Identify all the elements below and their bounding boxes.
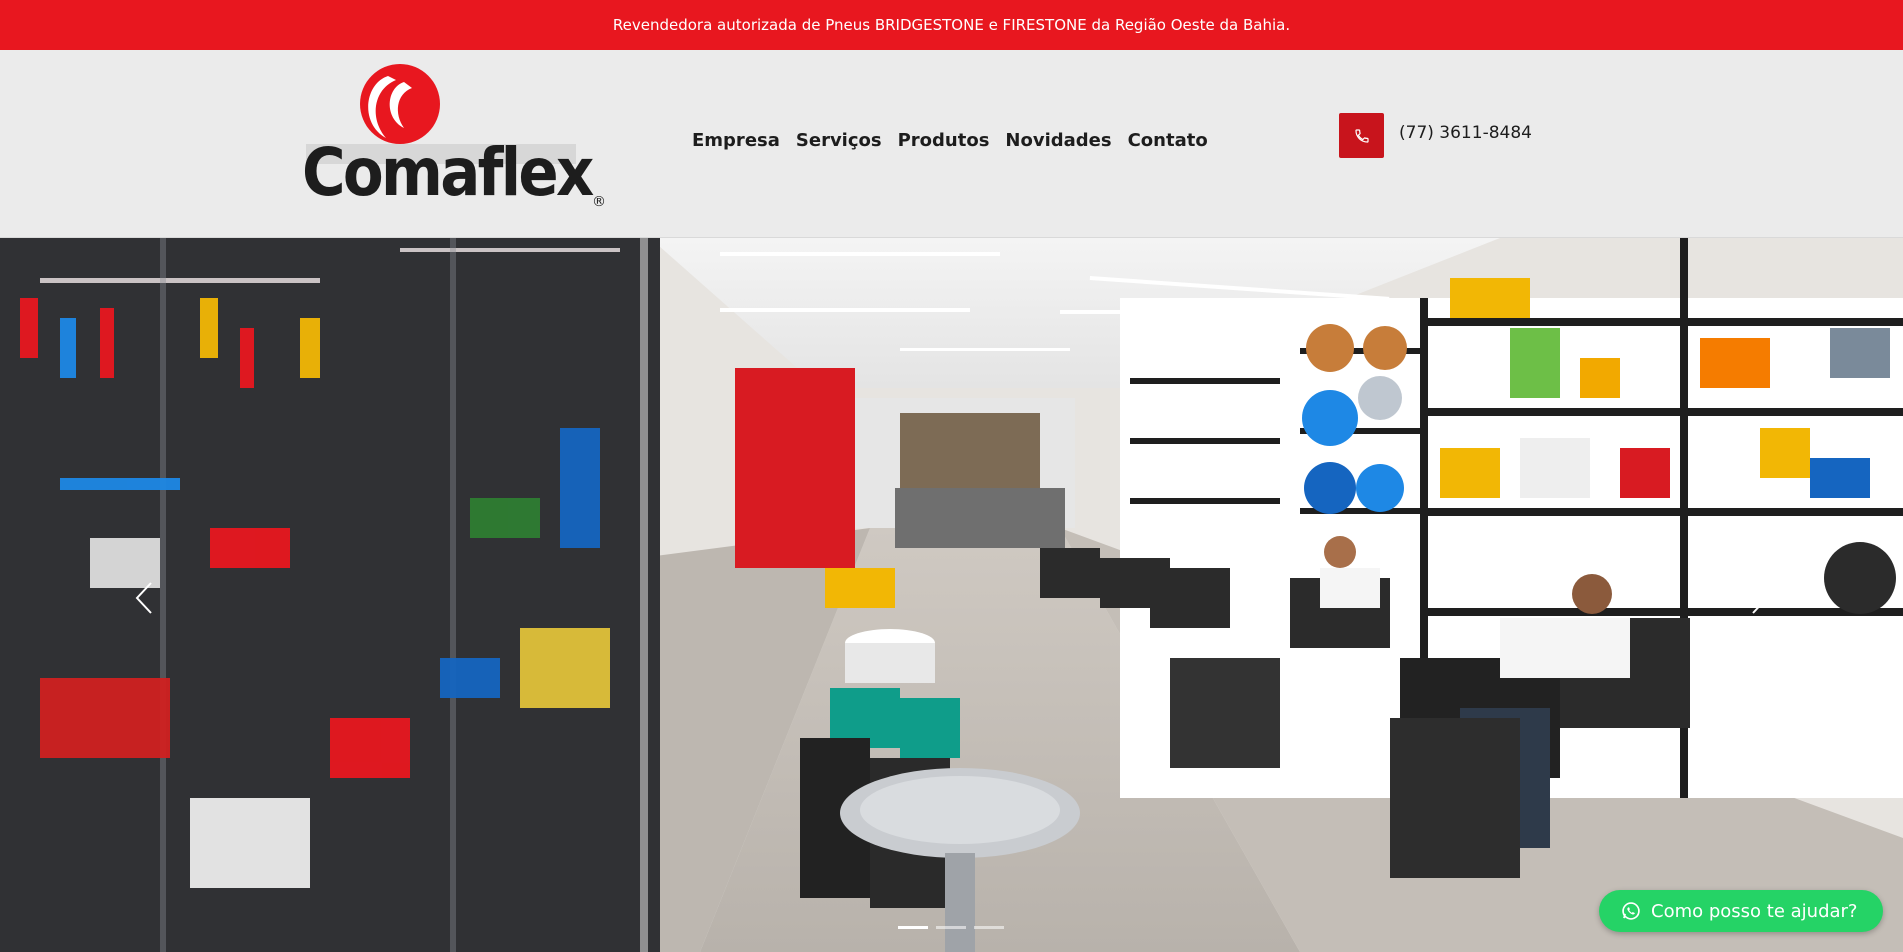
whatsapp-label: Como posso te ajudar?	[1651, 900, 1858, 922]
phone-number[interactable]: (77) 3611-8484	[1399, 123, 1532, 143]
announcement-text: Revendedora autorizada de Pneus BRIDGEST…	[612, 16, 1291, 34]
main-nav: Empresa Serviços Produtos Novidades Cont…	[692, 130, 1224, 151]
phone-button[interactable]	[1339, 113, 1384, 158]
nav-item-novidades[interactable]: Novidades	[1005, 130, 1111, 151]
hero-slider: Como posso te ajudar?	[0, 238, 1903, 952]
whatsapp-icon	[1622, 902, 1640, 920]
slider-dot-1[interactable]	[898, 926, 928, 929]
site-header: Comaflex ® Empresa Serviços Produtos Nov…	[0, 50, 1903, 238]
slider-dot-3[interactable]	[974, 926, 1004, 929]
nav-item-empresa[interactable]: Empresa	[692, 130, 780, 151]
slider-next-button[interactable]	[1740, 573, 1780, 623]
phone-icon	[1354, 128, 1369, 143]
whatsapp-chat-button[interactable]: Como posso te ajudar?	[1599, 890, 1883, 932]
slider-indicators	[898, 926, 1004, 929]
chevron-right-icon	[1752, 582, 1769, 614]
logo-wordmark: Comaflex	[302, 134, 594, 211]
announcement-bar: Revendedora autorizada de Pneus BRIDGEST…	[0, 0, 1903, 50]
slider-prev-button[interactable]	[124, 573, 164, 623]
comaflex-logo[interactable]: Comaflex ®	[300, 62, 610, 222]
nav-item-contato[interactable]: Contato	[1128, 130, 1208, 151]
slider-dot-2[interactable]	[936, 926, 966, 929]
store-interior-photo	[0, 238, 1903, 952]
registered-mark: ®	[592, 194, 606, 210]
nav-item-servicos[interactable]: Serviços	[796, 130, 882, 151]
chevron-left-icon	[135, 582, 152, 614]
nav-item-produtos[interactable]: Produtos	[898, 130, 990, 151]
